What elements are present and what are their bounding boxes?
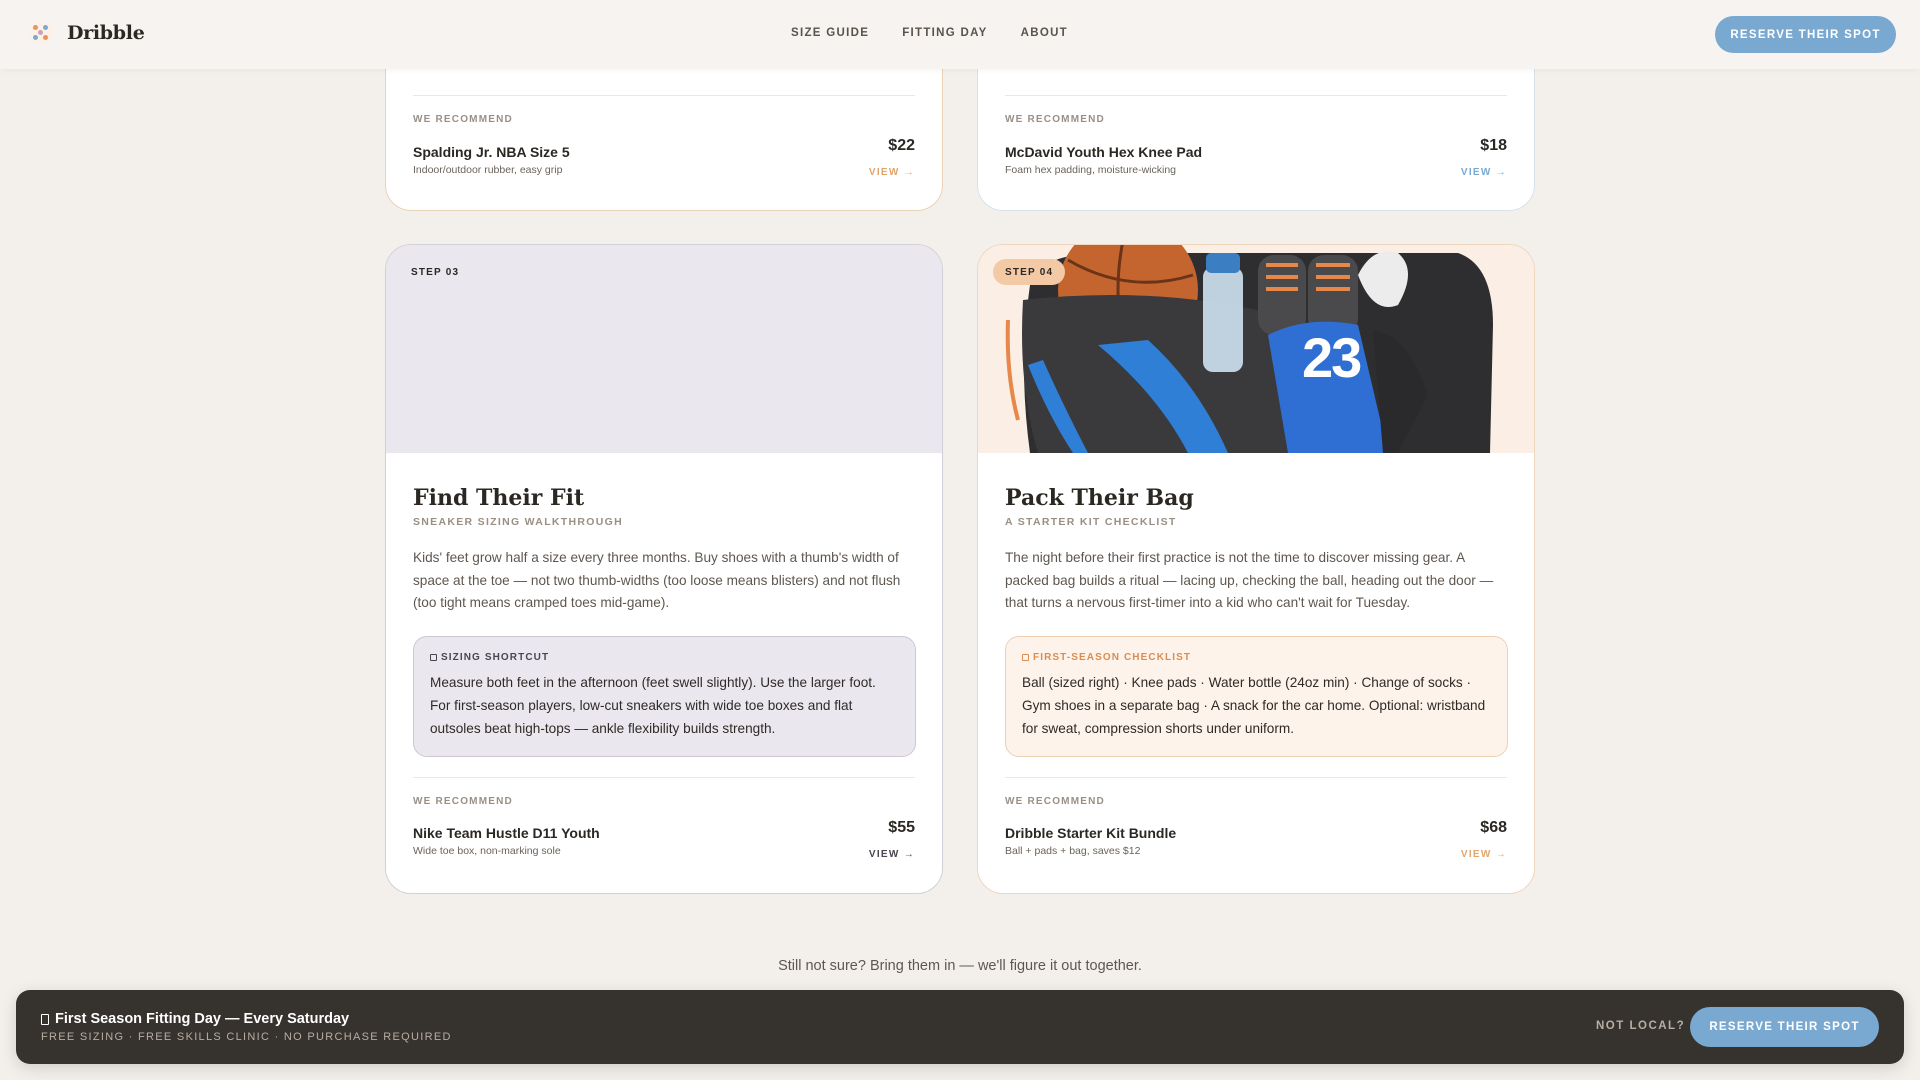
main-nav: SIZE GUIDE FITTING DAY ABOUT [791, 27, 1068, 39]
nav-size-guide[interactable]: SIZE GUIDE [791, 27, 869, 39]
brand-logo[interactable]: Dribble [30, 22, 145, 44]
product-description: Ball + pads + bag, saves $12 [1005, 845, 1141, 857]
view-product-link[interactable]: VIEW → [1461, 167, 1507, 178]
banner-subtitle: FREE SIZING · FREE SKILLS CLINIC · NO PU… [41, 1031, 452, 1043]
product-price: $68 [1480, 819, 1507, 836]
card-body: Kids' feet grow half a size every three … [413, 550, 901, 610]
card-body: The night before their first practice is… [1005, 550, 1494, 610]
banner-title: First Season Fitting Day — Every Saturda… [41, 1011, 349, 1027]
product-price: $18 [1480, 137, 1507, 154]
product-price: $55 [888, 819, 915, 836]
sizing-tip-box: SIZING SHORTCUT Measure both feet in the… [413, 636, 916, 757]
reserve-spot-button[interactable]: RESERVE THEIR SPOT [1715, 16, 1896, 53]
site-header: Dribble SIZE GUIDE FITTING DAY ABOUT RES… [0, 0, 1920, 69]
tip-text: Ball (sized right) · Knee pads · Water b… [1022, 675, 1486, 736]
card-step-03: STEP 03 Find Their Fit SNEAKER SIZING WA… [385, 244, 943, 894]
checklist-tip-box: FIRST-SEASON CHECKLIST Ball (sized right… [1005, 636, 1508, 757]
tip-label: SIZING SHORTCUT [430, 652, 899, 663]
recommend-label: WE RECOMMEND [1005, 114, 1105, 125]
divider [1005, 777, 1507, 778]
jersey-number: 23 [1302, 326, 1362, 389]
product-name: Nike Team Hustle D11 Youth [413, 825, 600, 841]
tip-label-text: SIZING SHORTCUT [441, 652, 550, 663]
product-price: $22 [888, 137, 915, 154]
recommend-label: WE RECOMMEND [1005, 796, 1105, 807]
product-description: Foam hex padding, moisture-wicking [1005, 164, 1176, 176]
closing-tagline: Still not sure? Bring them in — we'll fi… [778, 958, 1142, 974]
step-badge: STEP 04 [993, 259, 1066, 285]
banner-reserve-button[interactable]: RESERVE THEIR SPOT [1690, 1007, 1879, 1047]
brand-name: Dribble [67, 22, 145, 44]
tip-label: FIRST-SEASON CHECKLIST [1022, 652, 1491, 663]
nav-fitting-day[interactable]: FITTING DAY [902, 27, 987, 39]
product-description: Indoor/outdoor rubber, easy grip [413, 164, 563, 176]
card-subtitle: SNEAKER SIZING WALKTHROUGH [413, 516, 623, 528]
calendar-icon [41, 1013, 49, 1025]
recommend-label: WE RECOMMEND [413, 114, 513, 125]
nav-about[interactable]: ABOUT [1021, 27, 1068, 39]
card-step-04: 23 STEP 04 Pack Their Bag A STARTER KIT … [977, 244, 1535, 894]
divider [413, 95, 915, 96]
product-name: McDavid Youth Hex Knee Pad [1005, 144, 1203, 160]
view-product-link[interactable]: VIEW → [1461, 849, 1507, 860]
card-title: Pack Their Bag [1005, 485, 1194, 511]
product-name: Spalding Jr. NBA Size 5 [413, 144, 570, 160]
product-name: Dribble Starter Kit Bundle [1005, 825, 1177, 841]
tip-label-text: FIRST-SEASON CHECKLIST [1033, 652, 1192, 663]
recommend-label: WE RECOMMEND [413, 796, 513, 807]
divider [413, 777, 915, 778]
card-title: Find Their Fit [413, 485, 585, 511]
product-description: Wide toe box, non-marking sole [413, 845, 561, 857]
step-badge: STEP 03 [411, 266, 460, 278]
not-local-link[interactable]: NOT LOCAL? [1596, 1020, 1685, 1032]
tip-icon [430, 654, 437, 661]
basketball-logo-icon [30, 22, 52, 44]
tip-text: Measure both feet in the afternoon (feet… [430, 675, 876, 736]
card-subtitle: A STARTER KIT CHECKLIST [1005, 516, 1177, 528]
fitting-day-banner: First Season Fitting Day — Every Saturda… [16, 990, 1904, 1064]
divider [1005, 95, 1507, 96]
view-product-link[interactable]: VIEW → [869, 849, 915, 860]
banner-title-text: First Season Fitting Day — Every Saturda… [55, 1011, 350, 1027]
tip-icon [1022, 654, 1029, 661]
view-product-link[interactable]: VIEW → [869, 167, 915, 178]
